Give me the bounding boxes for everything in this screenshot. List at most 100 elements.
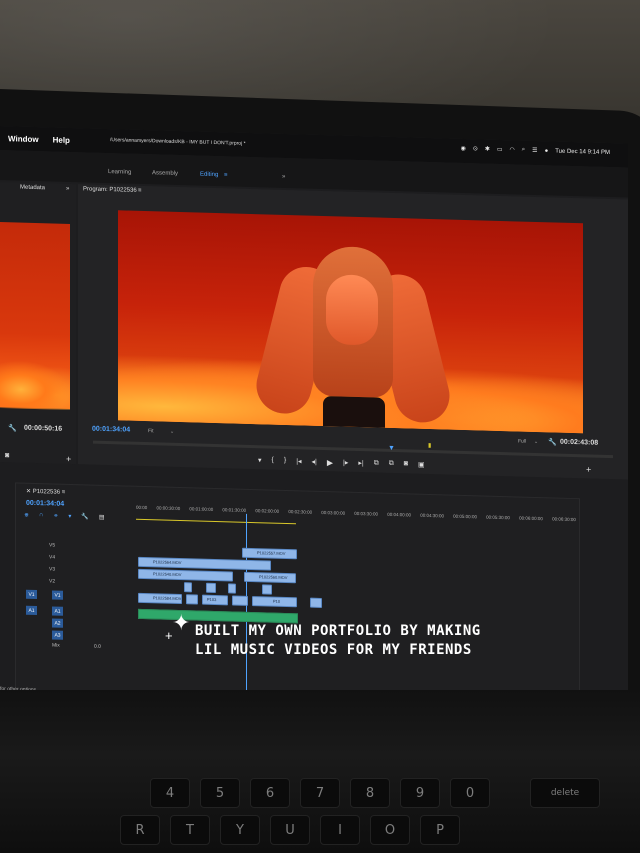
fit-dropdown[interactable]: Fit bbox=[148, 428, 154, 434]
add-marker-icon[interactable]: ▾ bbox=[68, 513, 71, 520]
battery-icon[interactable]: ▭ bbox=[497, 146, 503, 153]
menu-help[interactable]: Help bbox=[53, 135, 70, 144]
step-back-icon[interactable]: ◂| bbox=[312, 458, 317, 467]
add-button-icon[interactable]: + bbox=[586, 464, 591, 474]
key[interactable]: U bbox=[270, 815, 310, 845]
track-target-a3[interactable]: A3 bbox=[52, 630, 63, 640]
ruler-tick: 00:03:00:00 bbox=[321, 509, 346, 516]
siri-icon[interactable]: ● bbox=[545, 148, 549, 154]
program-current-timecode[interactable]: 00:01:34:04 bbox=[92, 426, 130, 434]
comparison-view-icon[interactable]: ▣ bbox=[418, 461, 425, 470]
source-patch-a1[interactable]: A1 bbox=[26, 605, 37, 616]
transport-controls: ▾ { } |◂ ◂| ▶ |▸ ▸| ⧉ ⧉ ◙ ▣ bbox=[258, 456, 425, 470]
record-icon[interactable]: ⊙ bbox=[473, 145, 478, 152]
key[interactable]: 9 bbox=[400, 778, 440, 808]
key[interactable]: I bbox=[320, 815, 360, 845]
key[interactable]: O bbox=[370, 815, 410, 845]
video-clip[interactable]: P1022540.MOV bbox=[138, 568, 233, 582]
key[interactable]: P bbox=[420, 815, 460, 845]
extract-icon[interactable]: ⧉ bbox=[389, 460, 394, 469]
quality-dropdown[interactable]: Full bbox=[518, 438, 526, 444]
wrench-icon[interactable]: 🔧 bbox=[548, 438, 557, 446]
ruler-tick: 00:01:30:00 bbox=[222, 507, 247, 513]
video-clip[interactable]: P1022557.MOV bbox=[242, 547, 297, 560]
key[interactable]: 4 bbox=[150, 778, 190, 808]
video-clip[interactable]: P1022584.MOV bbox=[138, 592, 182, 605]
wrench-icon[interactable]: 🔧 bbox=[81, 513, 88, 520]
overlay-caption: BUILT MY OWN PORTFOLIO BY MAKING LIL MUS… bbox=[195, 622, 481, 660]
go-to-in-icon[interactable]: |◂ bbox=[296, 457, 301, 466]
video-clip[interactable]: P10 bbox=[252, 596, 297, 608]
clock[interactable]: Tue Dec 14 9:14 PM bbox=[555, 148, 610, 156]
menu-window[interactable]: Window bbox=[8, 134, 39, 144]
add-marker-icon[interactable]: ▾ bbox=[258, 456, 262, 465]
panel-overflow-icon[interactable]: » bbox=[66, 186, 69, 192]
wrench-icon[interactable]: 🔧 bbox=[8, 424, 17, 432]
workspace-overflow-icon[interactable]: » bbox=[282, 174, 285, 180]
camera-icon[interactable]: ◙ bbox=[5, 452, 9, 459]
key[interactable]: 8 bbox=[350, 778, 390, 808]
ruler-tick: 00:05:00:00 bbox=[453, 513, 477, 520]
captions-icon[interactable]: ▤ bbox=[99, 514, 105, 521]
key[interactable]: 6 bbox=[250, 778, 290, 808]
play-icon[interactable]: ▶ bbox=[327, 458, 333, 467]
export-frame-icon[interactable]: ◙ bbox=[404, 460, 408, 469]
lift-icon[interactable]: ⧉ bbox=[374, 459, 379, 468]
video-clip[interactable] bbox=[186, 594, 198, 605]
status-tray: ◉ ⊙ ✱ ▭ ◠ ⌕ ☰ ● Tue Dec 14 9:14 PM bbox=[461, 145, 610, 156]
video-clip[interactable]: P1022560.MOV bbox=[244, 571, 296, 584]
step-forward-icon[interactable]: |▸ bbox=[343, 459, 348, 468]
key[interactable]: 5 bbox=[200, 778, 240, 808]
video-clip[interactable] bbox=[228, 583, 236, 594]
mark-out-icon[interactable]: } bbox=[284, 457, 286, 466]
video-clip[interactable] bbox=[232, 595, 248, 606]
bluetooth-icon[interactable]: ✱ bbox=[485, 146, 490, 153]
track-target-v1[interactable]: V1 bbox=[52, 590, 63, 600]
video-clip[interactable] bbox=[262, 584, 272, 595]
mix-value[interactable]: 0.0 bbox=[94, 644, 101, 650]
go-to-out-icon[interactable]: ▸| bbox=[358, 459, 363, 468]
playhead-marker-icon[interactable]: ▼ bbox=[388, 445, 395, 452]
workspace-assembly[interactable]: Assembly bbox=[152, 170, 178, 177]
workspace-editing[interactable]: Editing bbox=[200, 172, 218, 179]
video-clip[interactable] bbox=[184, 582, 192, 593]
timeline-timecode[interactable]: 00:01:34:04 bbox=[26, 500, 64, 508]
time-ruler[interactable]: 00:00 00:00:30:00 00:01:00:00 00:01:30:0… bbox=[136, 505, 576, 529]
chevron-down-icon[interactable]: ⌄ bbox=[534, 439, 538, 445]
key[interactable]: Y bbox=[220, 815, 260, 845]
creative-cloud-icon[interactable]: ◉ bbox=[461, 145, 466, 152]
metadata-tab[interactable]: Metadata bbox=[20, 185, 45, 192]
key[interactable]: R bbox=[120, 815, 160, 845]
ruler-tick: 00:05:30:00 bbox=[486, 514, 510, 521]
track-label: V4 bbox=[49, 554, 56, 561]
key[interactable]: T bbox=[170, 815, 210, 845]
track-target-a1[interactable]: A1 bbox=[52, 606, 63, 616]
key[interactable]: 7 bbox=[300, 778, 340, 808]
wifi-icon[interactable]: ◠ bbox=[510, 146, 515, 153]
workspace-learning[interactable]: Learning bbox=[108, 169, 131, 176]
workspace-menu-icon[interactable]: ≡ bbox=[224, 172, 228, 178]
key[interactable]: 0 bbox=[450, 778, 490, 808]
video-clip[interactable] bbox=[310, 597, 322, 608]
control-center-icon[interactable]: ☰ bbox=[532, 147, 537, 154]
video-clip[interactable]: P103 bbox=[202, 594, 228, 606]
snap-icon[interactable]: ∩ bbox=[39, 512, 43, 519]
marker-icon[interactable]: ▮ bbox=[428, 442, 431, 449]
subject-face bbox=[326, 274, 378, 346]
source-patch-v1[interactable]: V1 bbox=[26, 589, 37, 600]
track-target-a2[interactable]: A2 bbox=[52, 618, 63, 628]
delete-key[interactable]: delete bbox=[530, 778, 600, 808]
program-menu-icon[interactable]: ≡ bbox=[138, 188, 142, 194]
program-video-frame[interactable] bbox=[118, 210, 583, 434]
chevron-down-icon[interactable]: ⌄ bbox=[170, 429, 174, 435]
timeline-panel: ✕ P1022536 ≡ 00:01:34:04 ⋇ ∩ ⚭ ▾ 🔧 ▤ 00:… bbox=[15, 482, 580, 707]
mark-in-icon[interactable]: { bbox=[272, 457, 274, 466]
sparkle-icon: ✦ bbox=[172, 610, 191, 635]
video-clip[interactable] bbox=[206, 582, 216, 594]
linked-selection-icon[interactable]: ⚭ bbox=[53, 512, 58, 519]
add-icon[interactable]: + bbox=[66, 454, 71, 464]
spotlight-icon[interactable]: ⌕ bbox=[522, 147, 525, 154]
ruler-tick: 00:00 bbox=[136, 504, 148, 511]
sequence-tab[interactable]: ✕ P1022536 ≡ bbox=[26, 488, 65, 496]
nest-icon[interactable]: ⋇ bbox=[24, 512, 29, 519]
